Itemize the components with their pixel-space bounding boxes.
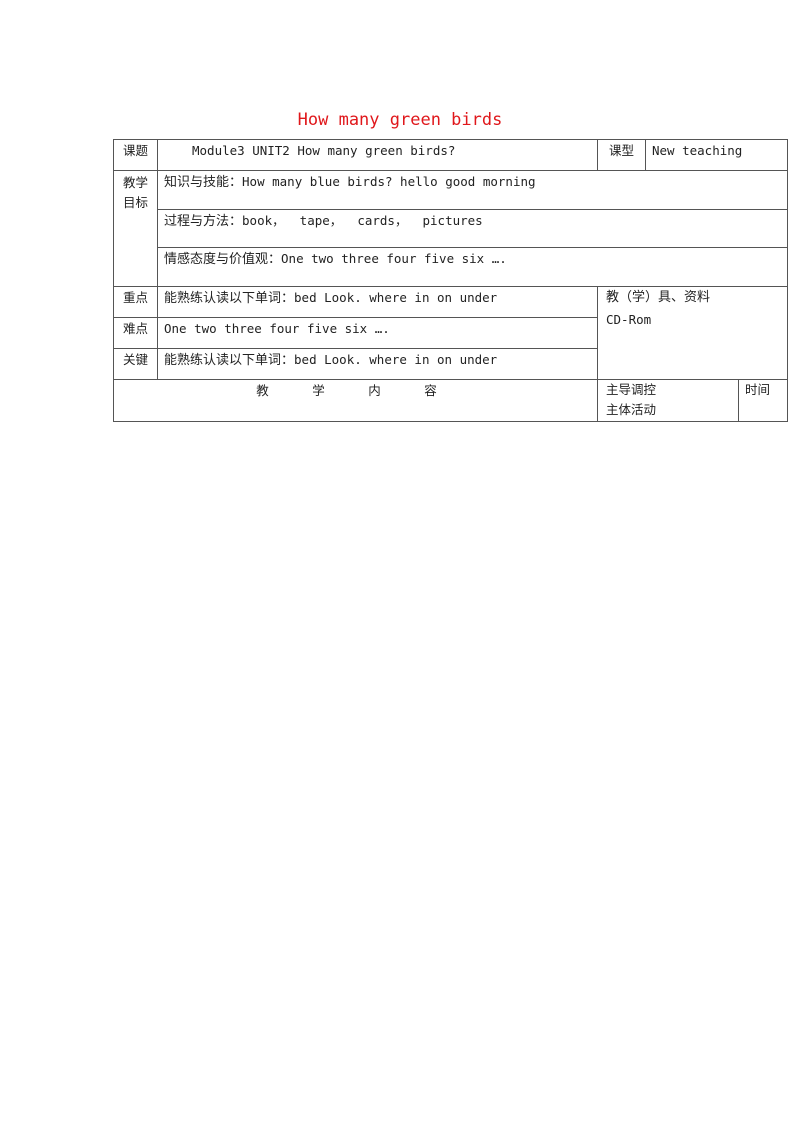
goal-row: 教学目标 知识与技能：How many blue birds? hello go… bbox=[113, 170, 788, 287]
goal-process: 过程与方法：book， tape， cards， pictures bbox=[157, 209, 788, 248]
topic-value: Module3 UNIT2 How many green birds? bbox=[157, 139, 598, 171]
key-point-label: 重点 bbox=[113, 286, 158, 318]
goals-label: 教学目标 bbox=[113, 170, 158, 287]
guide-label-2: 主体活动 bbox=[606, 402, 657, 417]
materials-label: 教（学）具、资料 bbox=[606, 290, 711, 305]
crux-label: 关键 bbox=[113, 348, 158, 380]
goal-knowledge: 知识与技能：How many blue birds? hello good mo… bbox=[157, 170, 788, 210]
difficulty-label: 难点 bbox=[113, 317, 158, 349]
topic-label: 课题 bbox=[113, 139, 158, 171]
type-value: New teaching bbox=[645, 139, 788, 171]
guide-cell: 主导调控 主体活动 bbox=[597, 379, 739, 422]
crux-value: 能熟练认读以下单词：bed Look. where in on under bbox=[157, 348, 598, 380]
goal-row: 情感态度与价值观：One two three four five six …. bbox=[114, 247, 788, 287]
materials-cell: 教（学）具、资料 CD-Rom bbox=[597, 286, 788, 380]
topic-row: 课题 Module3 UNIT2 How many green birds? 课… bbox=[113, 139, 788, 171]
type-label: 课型 bbox=[597, 139, 646, 171]
time-label: 时间 bbox=[738, 379, 788, 422]
document-title: How many green birds bbox=[297, 110, 503, 130]
guide-label-1: 主导调控 bbox=[606, 382, 657, 397]
lesson-plan-table: 课题 Module3 UNIT2 How many green birds? 课… bbox=[113, 139, 788, 422]
difficulty-value: One two three four five six …. bbox=[157, 317, 598, 349]
key-point-row: 重点 能熟练认读以下单词：bed Look. where in on under… bbox=[113, 286, 788, 380]
content-header-row: 教 学 内 容 主导调控 主体活动 时间 bbox=[113, 379, 788, 422]
goal-attitude: 情感态度与价值观：One two three four five six …. bbox=[157, 247, 788, 287]
materials-value: CD-Rom bbox=[606, 312, 652, 327]
key-point-value: 能熟练认读以下单词：bed Look. where in on under bbox=[157, 286, 598, 318]
content-label: 教 学 内 容 bbox=[113, 379, 598, 422]
goal-row: 过程与方法：book， tape， cards， pictures bbox=[114, 209, 788, 248]
